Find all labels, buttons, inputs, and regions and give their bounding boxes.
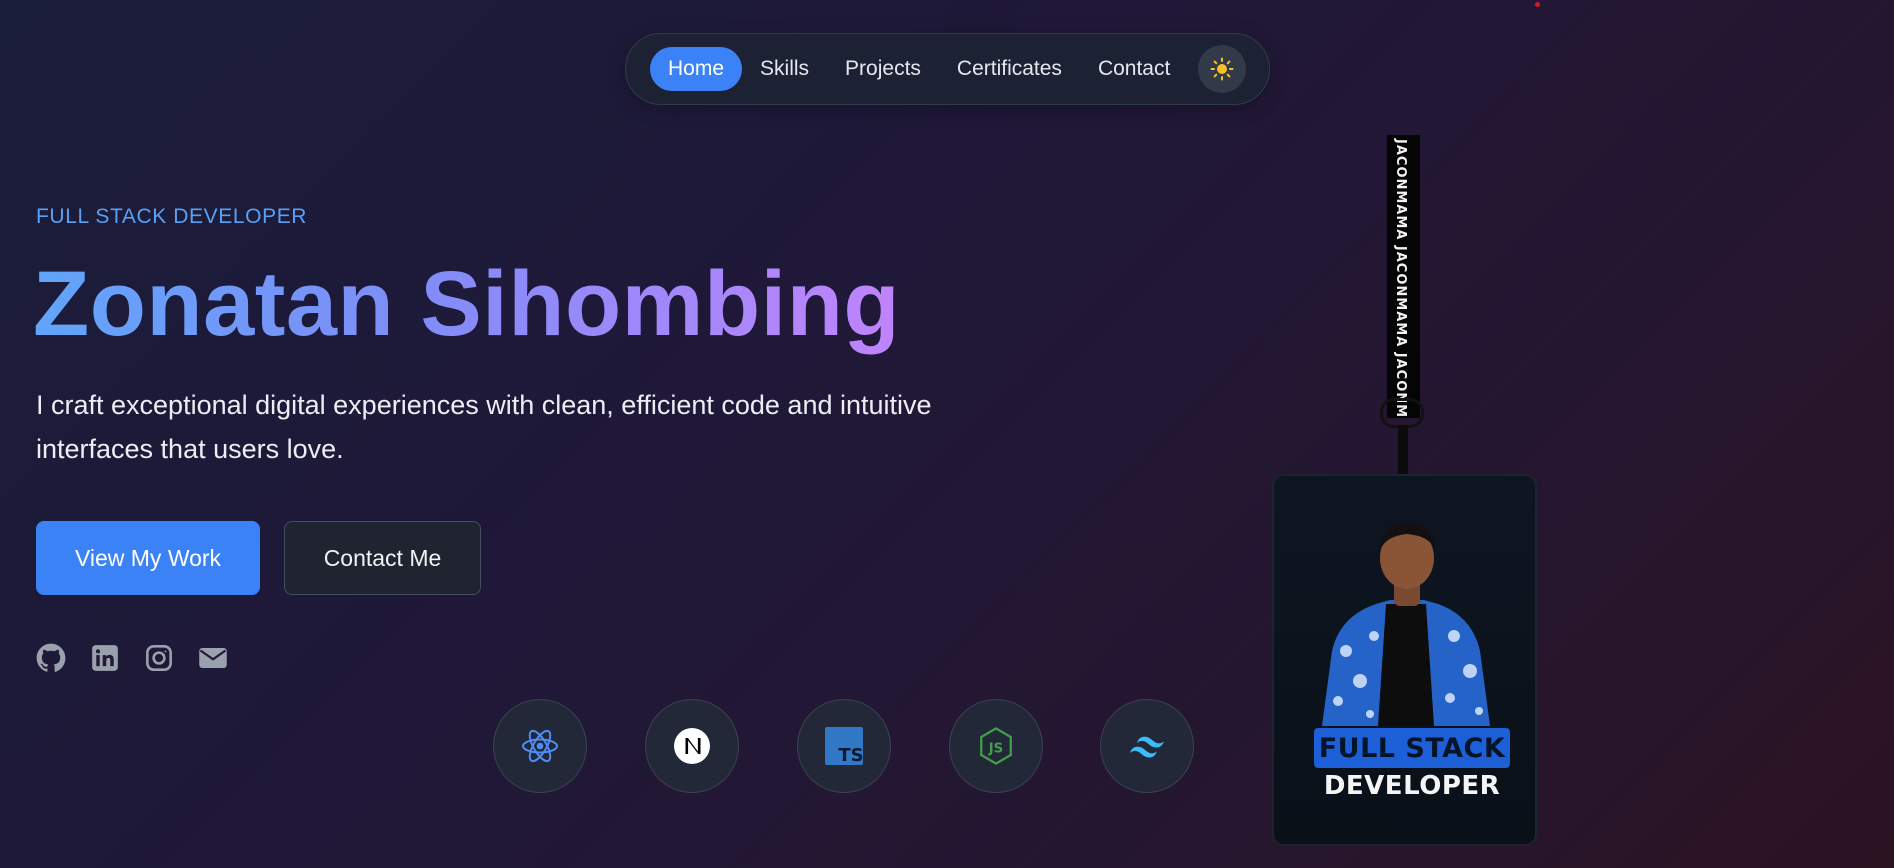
github-icon[interactable] (36, 643, 66, 673)
hero-name: Zonatan Sihombing (33, 253, 901, 355)
lanyard-strap: JACONMAMA JACONMAMA JACONMAMA (1387, 135, 1420, 418)
instagram-icon[interactable] (144, 643, 174, 673)
contact-me-button[interactable]: Contact Me (284, 521, 481, 595)
hero-subtitle: FULL STACK DEVELOPER (36, 205, 308, 228)
tech-nodejs: JS (949, 699, 1043, 793)
nav-item-projects[interactable]: Projects (827, 47, 939, 91)
strap-text: JACONMAMA JACONMAMA JACONMAMA (1393, 139, 1408, 418)
nav-item-skills[interactable]: Skills (742, 47, 827, 91)
tech-tailwind (1100, 699, 1194, 793)
lanyard-clip-ring (1380, 398, 1424, 428)
social-links (36, 643, 228, 673)
nodejs-icon: JS (980, 727, 1012, 765)
mail-icon[interactable] (198, 643, 228, 673)
hero-description: I craft exceptional digital experiences … (36, 390, 932, 464)
react-icon (522, 729, 558, 763)
badge-title-line-1: FULL STACK (1314, 728, 1510, 768)
nav-item-certificates[interactable]: Certificates (939, 47, 1080, 91)
id-badge-card[interactable]: FULL STACK DEVELOPER (1272, 474, 1537, 846)
tech-typescript: TS (797, 699, 891, 793)
tailwind-icon (1130, 736, 1164, 758)
nextjs-icon (674, 728, 710, 764)
badge-title-line-2: DEVELOPER (1323, 771, 1501, 801)
view-my-work-button[interactable]: View My Work (36, 521, 260, 595)
theme-toggle-button[interactable] (1198, 45, 1246, 93)
svg-text:TS: TS (838, 745, 863, 765)
nav-item-home[interactable]: Home (650, 47, 743, 91)
nav-item-contact[interactable]: Contact (1080, 47, 1188, 91)
linkedin-icon[interactable] (90, 643, 120, 673)
tech-nextjs (645, 699, 739, 793)
tech-react (493, 699, 587, 793)
svg-text:JS: JS (988, 742, 1004, 757)
sun-icon (1210, 57, 1234, 81)
red-dot (1535, 2, 1540, 7)
typescript-icon: TS (825, 727, 863, 765)
profile-photo (1322, 523, 1490, 726)
top-navbar: Home Skills Projects Certificates Contac… (625, 33, 1270, 105)
